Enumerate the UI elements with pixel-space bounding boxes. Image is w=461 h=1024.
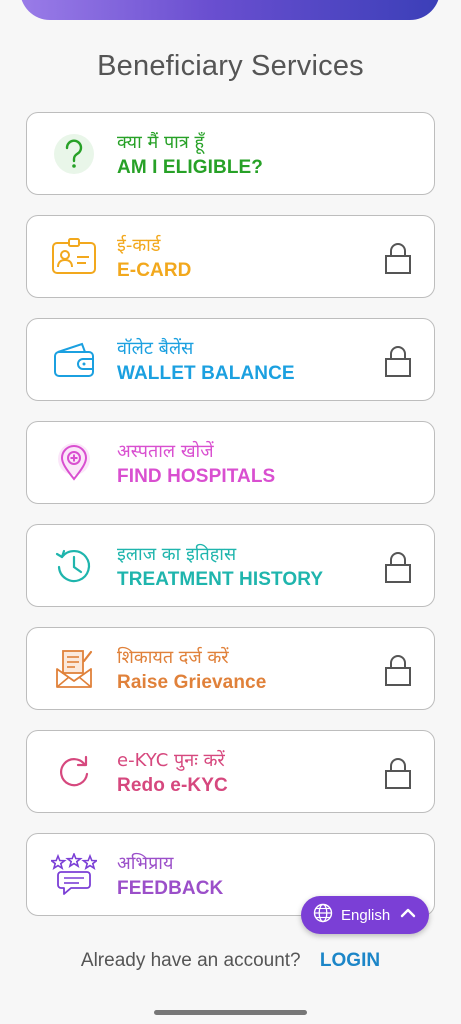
service-english-label: AM I ELIGIBLE? <box>117 157 264 178</box>
grievance-letter-icon <box>49 644 99 694</box>
service-card-treatment-history[interactable]: इलाज का इतिहास TREATMENT HISTORY <box>26 524 435 607</box>
service-english-label: FIND HOSPITALS <box>117 466 276 487</box>
question-icon <box>49 129 99 179</box>
home-indicator[interactable] <box>154 1010 307 1015</box>
service-card-wallet-balance[interactable]: वॉलेट बैलेंस WALLET BALANCE <box>26 318 435 401</box>
history-icon <box>49 541 99 591</box>
service-hindi-label: क्या मैं पात्र हूँ <box>117 132 205 153</box>
lock-icon <box>384 550 412 584</box>
id-card-icon <box>49 232 99 282</box>
login-link[interactable]: LOGIN <box>320 950 380 971</box>
language-label: English <box>341 906 391 924</box>
service-english-label: TREATMENT HISTORY <box>117 569 324 590</box>
already-have-account-text: Already have an account? <box>80 950 301 971</box>
service-card-raise-grievance[interactable]: शिकायत दर्ज करें Raise Grievance <box>26 627 435 710</box>
service-card-redo-ekyc[interactable]: e-KYC पुनः करें Redo e-KYC <box>26 730 435 813</box>
service-english-label: E-CARD <box>117 260 192 281</box>
service-card-am-i-eligible[interactable]: क्या मैं पात्र हूँ AM I ELIGIBLE? <box>26 112 435 195</box>
globe-icon <box>313 903 333 928</box>
service-hindi-label: e-KYC पुनः करें <box>117 750 225 771</box>
lock-icon <box>384 653 412 687</box>
service-hindi-label: अस्पताल खोजें <box>117 441 214 462</box>
service-english-label: Redo e-KYC <box>117 775 228 796</box>
header-decoration <box>20 0 440 20</box>
top-banner <box>0 0 461 20</box>
feedback-icon <box>49 850 99 900</box>
services-list: क्या मैं पात्र हूँ AM I ELIGIBLE? ई-कार्… <box>26 112 435 936</box>
service-english-label: WALLET BALANCE <box>117 363 295 384</box>
page-title: Beneficiary Services <box>97 50 364 82</box>
refresh-icon <box>49 747 99 797</box>
service-hindi-label: वॉलेट बैलेंस <box>117 338 194 359</box>
service-hindi-label: इलाज का इतिहास <box>117 544 237 565</box>
lock-icon <box>384 756 412 790</box>
chevron-up-icon <box>400 906 416 924</box>
lock-icon <box>384 241 412 275</box>
language-selector-button[interactable]: English <box>301 896 429 934</box>
service-english-label: FEEDBACK <box>117 878 224 899</box>
hospital-location-icon <box>49 438 99 488</box>
service-english-label: Raise Grievance <box>117 672 267 693</box>
service-hindi-label: ई-कार्ड <box>117 235 161 256</box>
lock-icon <box>384 344 412 378</box>
service-hindi-label: शिकायत दर्ज करें <box>117 647 229 668</box>
login-prompt: Already have an account? LOGIN <box>0 950 461 972</box>
service-hindi-label: अभिप्राय <box>117 853 174 874</box>
wallet-icon <box>49 335 99 385</box>
service-card-find-hospitals[interactable]: अस्पताल खोजें FIND HOSPITALS <box>26 421 435 504</box>
service-card-e-card[interactable]: ई-कार्ड E-CARD <box>26 215 435 298</box>
